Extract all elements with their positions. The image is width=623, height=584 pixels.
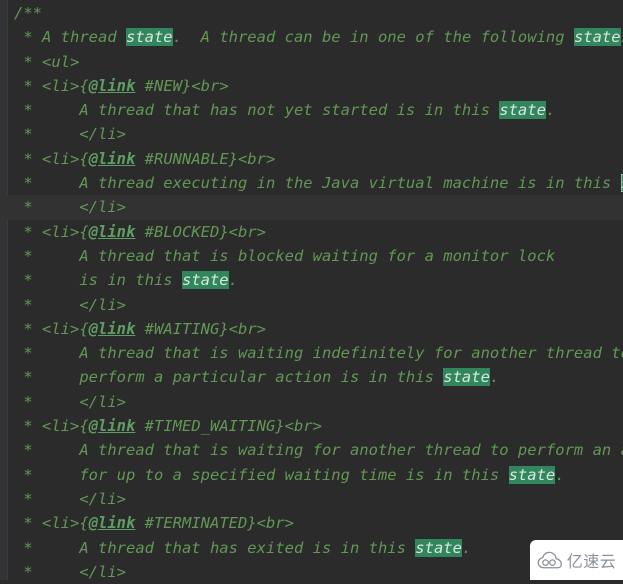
code-line[interactable]: * A thread executing in the Java virtual… xyxy=(0,171,623,195)
code-text: * </li> xyxy=(14,125,126,144)
code-line[interactable]: * </li> xyxy=(0,195,623,220)
code-line[interactable]: * </li> xyxy=(0,293,623,317)
search-highlight: state xyxy=(415,538,462,557)
code-line[interactable]: * <li>{@link #RUNNABLE}<br> xyxy=(0,147,623,171)
code-text: . xyxy=(228,271,238,290)
code-text: * for up to a specified waiting time is … xyxy=(14,465,509,484)
code-text: #RUNNABLE}<br> xyxy=(135,149,276,168)
code-text: * A thread xyxy=(14,28,126,47)
code-text: /** xyxy=(14,4,42,22)
code-line[interactable]: * </li> xyxy=(0,122,623,146)
code-line[interactable]: * A thread that has not yet started is i… xyxy=(0,98,623,122)
watermark-label: 亿速云 xyxy=(566,552,617,571)
code-line[interactable]: * A thread that is waiting for another t… xyxy=(0,438,623,462)
code-line[interactable]: * A thread that is blocked waiting for a… xyxy=(0,244,623,268)
javadoc-link-tag: @link xyxy=(88,149,136,168)
code-text: * A thread that has exited is in this xyxy=(14,538,416,557)
code-text: * </li> xyxy=(14,392,126,411)
code-editor[interactable]: /** * A thread state. A thread can be in… xyxy=(0,0,623,581)
search-highlight: state xyxy=(573,28,621,47)
code-text: #NEW}<br> xyxy=(135,76,229,95)
code-text: . xyxy=(489,368,500,387)
search-highlight: state xyxy=(508,465,556,484)
code-line[interactable]: * for up to a specified waiting time is … xyxy=(0,463,623,487)
code-text: * <li>{ xyxy=(14,222,89,241)
code-text: * <li>{ xyxy=(14,417,89,436)
code-line[interactable]: * A thread state. A thread can be in one… xyxy=(0,25,623,49)
code-text: * A thread that is blocked waiting for a… xyxy=(14,246,556,265)
code-line[interactable]: * <li>{@link #BLOCKED}<br> xyxy=(0,220,623,244)
code-text: * is in this xyxy=(14,271,182,290)
search-highlight: state xyxy=(125,28,173,47)
code-text: . xyxy=(461,538,472,557)
code-line[interactable]: * <ul> xyxy=(0,50,623,74)
watermark: 亿速云 xyxy=(530,540,623,580)
code-text: #TIMED_WAITING}<br> xyxy=(135,417,322,436)
search-highlight: state xyxy=(499,101,546,120)
code-text: #TERMINATED}<br> xyxy=(135,514,294,533)
code-text: * <li>{ xyxy=(14,76,89,95)
javadoc-link-tag: @link xyxy=(88,417,136,436)
code-line[interactable]: * <li>{@link #NEW}<br> xyxy=(0,74,623,98)
code-text: * </li> xyxy=(14,295,126,314)
code-line[interactable]: * </li> xyxy=(0,390,623,414)
search-highlight: state xyxy=(181,271,229,290)
javadoc-link-tag: @link xyxy=(88,319,136,338)
code-content[interactable]: /** * A thread state. A thread can be in… xyxy=(0,0,623,584)
cloud-icon xyxy=(537,551,562,569)
code-text: * perform a particular action is in this xyxy=(14,368,444,387)
javadoc-link-tag: @link xyxy=(88,222,136,241)
javadoc-link-tag: @link xyxy=(88,76,136,95)
code-text: * <li>{ xyxy=(14,514,89,533)
code-line[interactable]: /** xyxy=(0,1,623,25)
code-text: #WAITING}<br> xyxy=(135,319,266,338)
code-text: * A thread that is waiting indefinitely … xyxy=(14,344,623,363)
code-text: * A thread that is waiting for another t… xyxy=(14,441,623,460)
code-text: * </li> xyxy=(14,198,126,217)
search-highlight: state xyxy=(443,368,490,387)
code-text: * </li> xyxy=(14,489,126,508)
javadoc-link-tag: @link xyxy=(88,514,136,533)
code-line[interactable]: * <li>{@link #WAITING}<br> xyxy=(0,317,623,341)
code-line[interactable]: * <li>{@link #TIMED_WAITING}<br> xyxy=(0,414,623,438)
code-text: * A thread that has not yet started is i… xyxy=(14,101,500,120)
code-text: * <ul> xyxy=(14,52,80,71)
code-text: #BLOCKED}<br> xyxy=(135,222,266,241)
code-line[interactable]: * perform a particular action is in this… xyxy=(0,365,623,389)
code-text: * <li>{ xyxy=(14,149,89,168)
code-text: . xyxy=(555,465,565,484)
code-text: * </li> xyxy=(14,562,126,581)
code-line[interactable]: * A thread that is waiting indefinitely … xyxy=(0,341,623,365)
code-text: * A thread executing in the Java virtual… xyxy=(14,174,621,193)
code-line[interactable]: * <li>{@link #TERMINATED}<br> xyxy=(0,511,623,535)
code-text: * <li>{ xyxy=(14,319,89,338)
code-line[interactable]: * </li> xyxy=(0,487,623,511)
code-line[interactable]: * is in this state. xyxy=(0,268,623,292)
code-text: . xyxy=(545,101,556,120)
code-text: . A thread can be in one of the followin… xyxy=(172,28,574,47)
